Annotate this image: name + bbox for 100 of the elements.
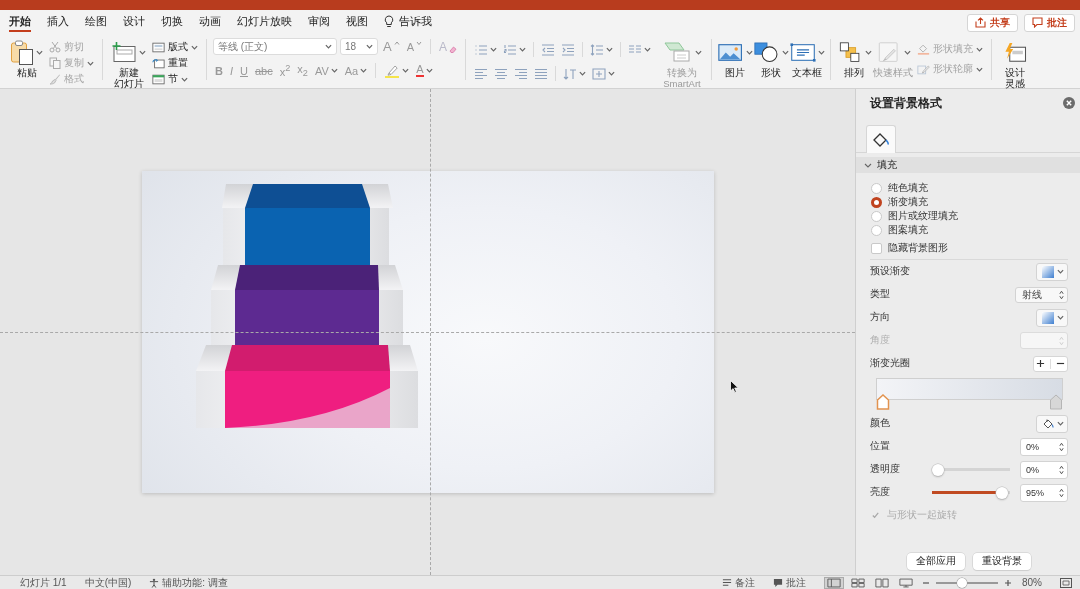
radio-button[interactable]: [871, 182, 882, 194]
fill-option[interactable]: 渐变填充: [871, 195, 1068, 209]
normal-view-icon: [827, 577, 841, 588]
fill-section-header[interactable]: 填充: [856, 157, 1080, 173]
new-slide-button[interactable]: 新建 幻灯片: [109, 36, 148, 89]
comments-button[interactable]: 批注: [1024, 13, 1075, 32]
tell-me-button[interactable]: 告诉我: [376, 10, 440, 33]
accessibility-button[interactable]: 辅助功能: 调查: [149, 576, 228, 589]
caret-icon: [644, 47, 652, 52]
plus-icon[interactable]: [1036, 359, 1046, 368]
caret-icon: [519, 47, 527, 52]
text-direction-icon: [563, 67, 578, 80]
ribbon-tab[interactable]: 视图: [338, 10, 376, 33]
notes-button[interactable]: 备注: [722, 576, 755, 589]
checkbox[interactable]: [871, 242, 882, 254]
font-name-select[interactable]: 等线 (正文): [213, 38, 337, 55]
radio-button[interactable]: [871, 224, 882, 236]
person-icon: [149, 577, 160, 588]
reset-slide-icon: [152, 57, 165, 69]
setting-label: 类型: [870, 288, 891, 301]
value-field[interactable]: 0%: [1020, 460, 1068, 479]
reading-view-button[interactable]: [872, 576, 892, 589]
section-button[interactable]: 节: [150, 71, 200, 87]
mouse-pointer-icon: [730, 380, 739, 393]
insert-picture-button[interactable]: 图片: [718, 36, 753, 79]
section-icon: [152, 73, 165, 85]
slider-thumb[interactable]: [956, 577, 967, 588]
smartart-icon: [662, 41, 693, 63]
layout-button[interactable]: 版式: [150, 39, 200, 55]
angle-field[interactable]: [1020, 332, 1068, 349]
caret-icon: [490, 47, 498, 52]
pane-title: 设置背景格式: [870, 95, 942, 111]
slide-sorter-button[interactable]: [848, 576, 868, 589]
radio-button[interactable]: [871, 210, 882, 222]
arrange-button[interactable]: 排列: [837, 36, 872, 79]
hide-background-option[interactable]: 隐藏背景图形: [871, 241, 1068, 255]
value-field[interactable]: 0%: [1020, 437, 1068, 456]
insert-shape-button[interactable]: 形状: [754, 36, 789, 79]
share-button[interactable]: 共享: [967, 13, 1018, 32]
line-spacing-icon: [590, 43, 605, 56]
paint-bucket-icon: [872, 131, 890, 148]
setting-label: 渐变光圈: [870, 357, 911, 370]
color-picker-button[interactable]: [1036, 414, 1068, 433]
ribbon-tab[interactable]: 设计: [115, 10, 153, 33]
caret-icon: [608, 71, 616, 76]
fill-tab[interactable]: [866, 125, 896, 153]
spinner-arrows-icon[interactable]: [1059, 464, 1064, 475]
align-right-icon: [514, 67, 529, 80]
gradient-stop-handle[interactable]: [1049, 394, 1063, 410]
zoom-in-icon[interactable]: [1004, 578, 1012, 587]
slide-show-button[interactable]: [896, 576, 916, 589]
eraser-icon: [449, 46, 458, 53]
increase-indent-icon: [561, 43, 576, 56]
ribbon-tab[interactable]: 动画: [191, 10, 229, 33]
caret-icon: [745, 49, 753, 55]
normal-view-button[interactable]: [824, 576, 844, 589]
apply-to-all-button[interactable]: 全部应用: [907, 553, 965, 570]
caret-icon: [1057, 421, 1064, 426]
value-field[interactable]: 95%: [1020, 483, 1068, 502]
gradient-dropdown[interactable]: [1036, 262, 1068, 281]
fill-option[interactable]: 图案填充: [871, 223, 1068, 237]
spinner-arrows-icon[interactable]: [1059, 289, 1064, 300]
ribbon-tab[interactable]: 审阅: [300, 10, 338, 33]
ribbon-tab[interactable]: 切换: [153, 10, 191, 33]
highlighter-icon: [384, 63, 401, 78]
gradient-type-select[interactable]: 射线: [1015, 286, 1068, 303]
slider-thumb[interactable]: [932, 463, 944, 476]
align-center-icon: [494, 67, 509, 80]
design-ideas-button[interactable]: 设计 灵感: [998, 36, 1033, 89]
ribbon-tab[interactable]: 幻灯片放映: [229, 10, 300, 33]
radio-button[interactable]: [871, 196, 882, 208]
zoom-percentage[interactable]: 80%: [1022, 576, 1042, 589]
spinner-arrows-icon[interactable]: [1059, 441, 1064, 452]
setting-label: 亮度: [870, 486, 891, 499]
setting-label: 方向: [870, 311, 891, 324]
align-text-icon: [592, 67, 607, 80]
slider-thumb[interactable]: [996, 486, 1008, 499]
fit-to-window-icon[interactable]: [1060, 577, 1072, 588]
ribbon-tab[interactable]: 插入: [39, 10, 77, 33]
close-icon[interactable]: [1063, 97, 1075, 109]
caret-icon: [1057, 315, 1064, 320]
fill-option[interactable]: 纯色填充: [871, 181, 1068, 195]
picture-icon: [717, 41, 744, 63]
text-box-icon: [789, 41, 816, 63]
font-size-select[interactable]: 18: [340, 38, 378, 55]
reset-button[interactable]: 重置: [150, 55, 200, 71]
layout-icon: [152, 41, 165, 53]
fill-option[interactable]: 图片或纹理填充: [871, 209, 1068, 223]
paste-button[interactable]: 粘贴: [8, 36, 45, 79]
spinner-arrows-icon[interactable]: [1059, 487, 1064, 498]
gradient-stop-handle[interactable]: [876, 394, 890, 410]
ribbon-tab[interactable]: 绘图: [77, 10, 115, 33]
caret-icon: [402, 68, 410, 73]
language-indicator[interactable]: 中文(中国): [84, 576, 132, 589]
gradient-preview-bar[interactable]: [876, 378, 1063, 400]
gradient-stop-buttons[interactable]: [1033, 355, 1068, 372]
gradient-dropdown[interactable]: [1036, 308, 1068, 327]
comments-toggle-button[interactable]: 批注: [773, 576, 806, 589]
insert-text-box-button[interactable]: 文本框: [790, 36, 825, 79]
reset-background-button[interactable]: 重设背景: [973, 553, 1031, 570]
